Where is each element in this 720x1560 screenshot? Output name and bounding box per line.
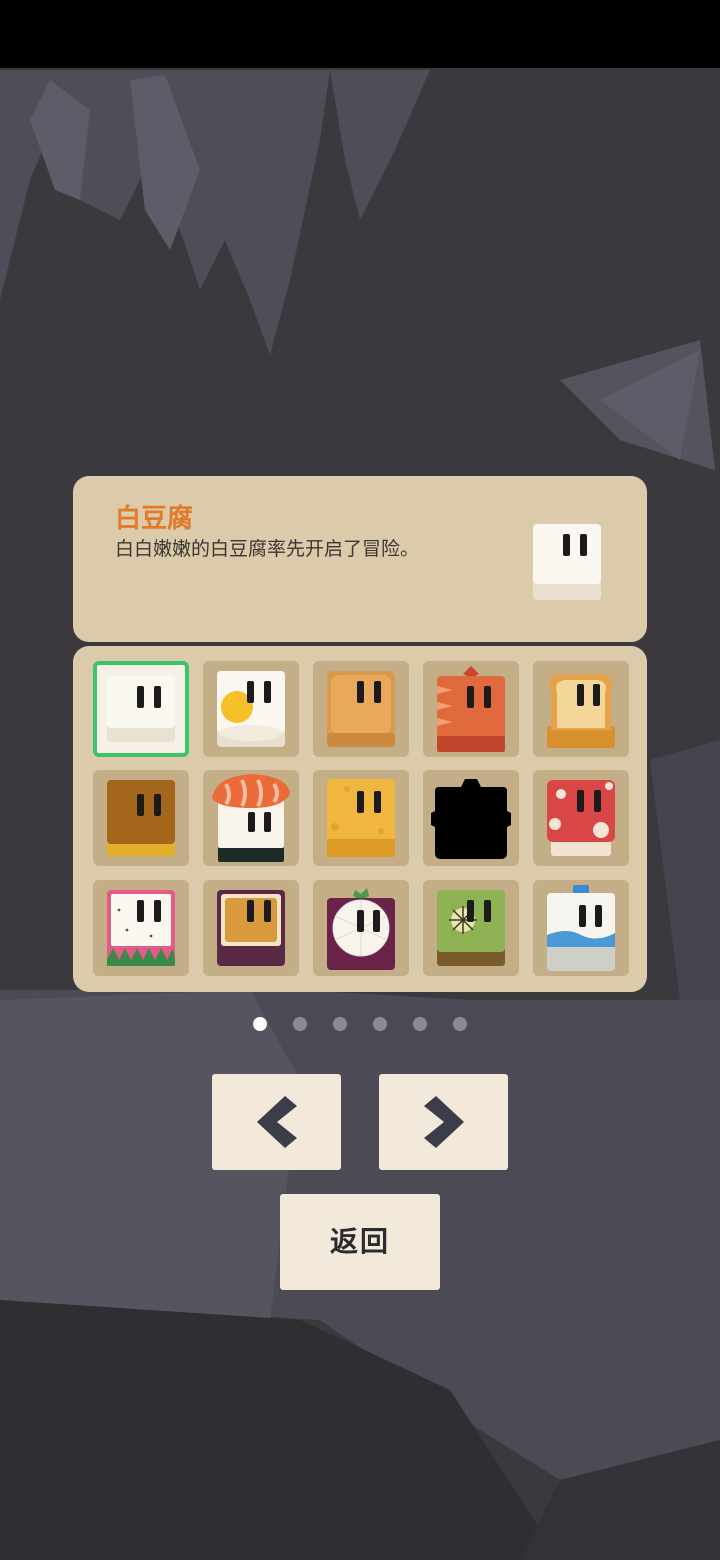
page-dot-5[interactable]: [413, 1017, 427, 1031]
character-cell-cheese-block[interactable]: [313, 770, 409, 866]
white-tofu-icon: [107, 676, 175, 742]
chevron-left-icon: [256, 1096, 297, 1148]
character-cell-fried-egg-tofu[interactable]: [203, 661, 299, 757]
character-description: 白白嫩嫩的白豆腐率先开启了冒险。: [115, 538, 420, 560]
character-grid: [73, 646, 647, 992]
character-cell-strawberry-cake[interactable]: [423, 661, 519, 757]
white-tofu-character-icon: [533, 524, 601, 604]
next-page-button[interactable]: [379, 1074, 508, 1170]
character-cell-locked[interactable]: [423, 770, 519, 866]
chevron-right-icon: [423, 1096, 464, 1148]
page-dot-6[interactable]: [453, 1017, 467, 1031]
character-cell-kiwi[interactable]: [423, 880, 519, 976]
salmon-sushi-icon: [212, 774, 290, 862]
character-cell-passion-fruit[interactable]: [203, 880, 299, 976]
character-cell-salmon-sushi[interactable]: [203, 770, 299, 866]
dragon-fruit-icon: [107, 890, 175, 966]
mangosteen-icon: [327, 888, 395, 970]
page-dot-2[interactable]: [293, 1017, 307, 1031]
fried-egg-tofu-icon: [217, 671, 285, 747]
character-cell-brown-pudding[interactable]: [93, 770, 189, 866]
toast-bread-icon: [547, 674, 615, 748]
prev-page-button[interactable]: [212, 1074, 341, 1170]
brown-pudding-icon: [107, 780, 175, 856]
kiwi-icon: [437, 890, 505, 966]
character-cell-white-tofu[interactable]: [93, 661, 189, 757]
character-cell-mangosteen[interactable]: [313, 880, 409, 976]
page-dot-3[interactable]: [333, 1017, 347, 1031]
milk-carton-icon: [547, 885, 615, 971]
character-cell-toast-bread[interactable]: [533, 661, 629, 757]
locked-silhouette-icon: [431, 779, 511, 859]
character-cell-mushroom-cap[interactable]: [533, 770, 629, 866]
page-dot-1[interactable]: [253, 1017, 267, 1031]
character-cell-milk-carton[interactable]: [533, 880, 629, 976]
character-info-card: 白豆腐 白白嫩嫩的白豆腐率先开启了冒险。: [73, 476, 647, 642]
character-cell-dragon-fruit[interactable]: [93, 880, 189, 976]
status-bar: [0, 0, 720, 68]
character-cell-fried-tofu[interactable]: [313, 661, 409, 757]
page-dot-4[interactable]: [373, 1017, 387, 1031]
mushroom-cap-icon: [547, 780, 615, 856]
page-indicator: [250, 1017, 470, 1033]
passion-fruit-icon: [217, 890, 285, 966]
strawberry-cake-icon: [437, 666, 505, 752]
back-button[interactable]: 返回: [280, 1194, 440, 1290]
character-name: 白豆腐: [115, 504, 194, 534]
cheese-block-icon: [327, 779, 395, 857]
fried-tofu-icon: [327, 671, 395, 747]
